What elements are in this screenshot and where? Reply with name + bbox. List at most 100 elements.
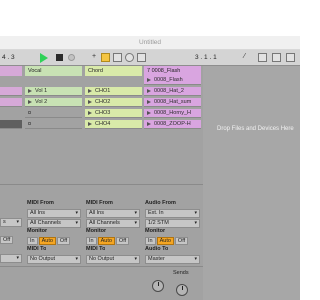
chevron-down-icon: ▾ (134, 210, 137, 216)
send-a-knob[interactable] (152, 280, 164, 292)
add-icon[interactable]: + (92, 53, 96, 60)
midi-to-select[interactable]: No Output ▾ (86, 255, 140, 264)
monitor-auto-button[interactable]: Auto (38, 237, 56, 245)
session-record-button[interactable] (113, 53, 122, 62)
track-header-flash[interactable]: 7 0008_Flash (144, 66, 201, 76)
clip-play-icon[interactable] (88, 88, 92, 93)
clip-label: CHO4 (95, 121, 111, 127)
clip-play-icon[interactable] (88, 110, 92, 115)
clip-play-icon[interactable] (147, 77, 151, 82)
track-column-vocal: Vocal Vol 1 Vol 2 (25, 66, 82, 300)
window-title: Untitled (138, 39, 162, 46)
monitor-label: Monitor (27, 228, 48, 234)
arrangement-record-button[interactable] (101, 53, 110, 62)
monitor-off-button[interactable]: Off (56, 237, 71, 245)
audio-from-select[interactable]: Ext. In ▾ (145, 209, 200, 218)
monitor-label: Monitor (145, 228, 166, 234)
monitor-off-button[interactable]: Off (115, 237, 130, 245)
punch-out-button[interactable] (272, 53, 281, 62)
clip-slot-empty[interactable] (25, 120, 82, 129)
clip-slot[interactable]: 0008_Hat_sum (144, 98, 201, 107)
clip-label: CHO1 (95, 88, 111, 94)
monitor-off-button[interactable]: Off (174, 237, 189, 245)
clip-slot[interactable]: 0008_Horny_H (144, 109, 201, 118)
clip-play-icon[interactable] (147, 99, 151, 104)
clip-play-icon[interactable] (147, 110, 151, 115)
monitor-auto-button[interactable]: Auto (97, 237, 115, 245)
track-header-vocal[interactable]: Vocal (25, 66, 82, 76)
clip-play-icon[interactable] (28, 88, 32, 93)
clip-slot[interactable] (0, 87, 22, 96)
clip-stop-icon[interactable] (28, 111, 31, 115)
audio-to-select[interactable]: Master ▾ (145, 255, 200, 264)
clip-label: 0008_Flash (154, 77, 183, 83)
clip-play-icon[interactable] (88, 121, 92, 126)
clip-slot[interactable]: CHO4 (85, 120, 142, 129)
clip-slot-empty[interactable] (25, 109, 82, 118)
song-position-display[interactable]: 4 . 3 (2, 54, 15, 61)
chevron-down-icon: ▾ (75, 256, 78, 262)
drop-zone-text: Drop Files and Devices Here (217, 126, 294, 132)
clip-label: CHO3 (95, 110, 111, 116)
monitor-row: In Auto Off (27, 237, 83, 246)
clip-play-icon[interactable] (147, 121, 151, 126)
clip-slot[interactable]: Vol 1 (25, 87, 82, 96)
monitor-in-button[interactable]: In (86, 237, 97, 245)
loop-start-display[interactable]: 3 . 1 . 1 (195, 54, 217, 61)
clip-play-icon[interactable] (88, 99, 92, 104)
play-button[interactable] (40, 53, 48, 63)
clip-label: 0008_Hat_sum (154, 99, 192, 105)
clip-slot[interactable]: CHO3 (85, 109, 142, 118)
track-header-chord[interactable]: Chord (85, 66, 142, 76)
draw-mode-icon[interactable]: ⁄ (244, 53, 245, 60)
clip-slot-selected[interactable] (0, 120, 22, 129)
midi-from-value: All Ins (89, 210, 104, 216)
clip-play-icon[interactable] (147, 88, 151, 93)
chevron-down-icon: ▾ (16, 219, 19, 225)
input-channel-select[interactable]: s ▾ (0, 218, 22, 227)
midi-from-label: MIDI From (27, 200, 54, 206)
track-column-0 (0, 66, 22, 300)
clip-slot[interactable]: 0008_Hat_2 (144, 87, 201, 96)
monitor-in-button[interactable]: In (27, 237, 38, 245)
send-b-knob[interactable] (176, 284, 188, 296)
stop-button[interactable] (56, 54, 63, 61)
monitor-auto-button[interactable]: Auto (156, 237, 174, 245)
audio-channel-select[interactable]: 1/2 STM ▾ (145, 219, 200, 228)
monitor-label: Monitor (86, 228, 107, 234)
clip-stop-icon[interactable] (28, 122, 31, 126)
drop-zone[interactable]: Drop Files and Devices Here (203, 66, 300, 300)
clip-slot[interactable]: Vol 2 (25, 98, 82, 107)
audio-from-value: Ext. In (148, 210, 164, 216)
midi-channel-select[interactable]: All Channels ▾ (86, 219, 140, 228)
record-button[interactable] (68, 54, 75, 61)
monitor-in-button[interactable]: In (145, 237, 156, 245)
clip-slot[interactable] (0, 98, 22, 107)
overdub-button[interactable] (137, 53, 146, 62)
clip-slot[interactable]: CHO1 (85, 87, 142, 96)
punch-in-button[interactable] (258, 53, 267, 62)
chevron-down-icon: ▾ (16, 255, 19, 261)
session-view: Vocal Vol 1 Vol 2 Chord CHO1 CHO2 CHO3 C… (0, 66, 300, 300)
chevron-down-icon: ▾ (134, 220, 137, 226)
clip-slot[interactable]: CHO2 (85, 98, 142, 107)
midi-channel-value: All Channels (89, 220, 120, 226)
midi-to-value: No Output (30, 256, 56, 262)
chevron-down-icon: ▾ (75, 210, 78, 216)
midi-to-select[interactable]: No Output ▾ (27, 255, 81, 264)
clip-play-icon[interactable] (28, 99, 32, 104)
loop-icon[interactable] (125, 53, 134, 62)
clip-slot[interactable]: 0008_ZOOP-H (144, 120, 201, 129)
loop-switch-button[interactable] (286, 53, 295, 62)
clip-label: 0008_Hat_2 (154, 88, 184, 94)
audio-to-label: Audio To (145, 246, 169, 252)
monitor-auto-button[interactable]: Off (0, 236, 14, 244)
midi-from-select[interactable]: All Ins ▾ (86, 209, 140, 218)
clip-slot[interactable]: 0008_Flash (144, 76, 201, 85)
window-titlebar: Untitled (0, 36, 300, 50)
midi-from-select[interactable]: All Ins ▾ (27, 209, 81, 218)
midi-channel-select[interactable]: All Channels ▾ (27, 219, 81, 228)
sends-label: Sends (173, 270, 189, 276)
track-header[interactable] (0, 66, 22, 76)
output-select[interactable]: ▾ (0, 254, 22, 263)
